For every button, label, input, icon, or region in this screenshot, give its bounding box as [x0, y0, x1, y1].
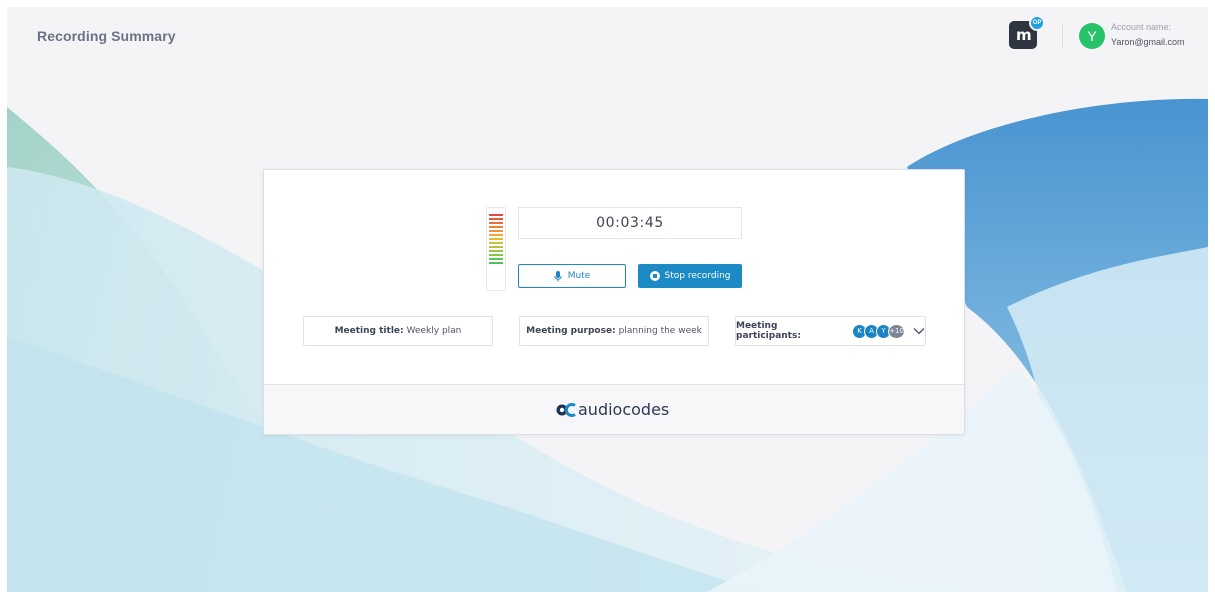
level-meter-bar: [489, 238, 503, 240]
meeting-title-label: Meeting title:: [334, 326, 404, 336]
app-logo[interactable]: m OP: [1009, 15, 1045, 49]
level-meter-bar: [489, 218, 503, 220]
card-divider: [264, 384, 964, 385]
audiocodes-logo: audiocodes: [556, 400, 669, 419]
meeting-title-value: Weekly plan: [406, 326, 462, 336]
mute-button[interactable]: Mute: [518, 264, 626, 288]
app-window: Recording Summary m OP Y Account name: Y…: [7, 7, 1208, 592]
stop-icon: [649, 271, 660, 281]
level-meter-bar: [489, 234, 503, 236]
participants-more-count[interactable]: +10: [888, 323, 906, 339]
audio-level-meter: [486, 207, 506, 291]
audiocodes-mark-icon: [556, 402, 576, 417]
level-meter-bar: [489, 262, 503, 264]
level-meter-bar: [489, 222, 503, 224]
level-meter-bar: [489, 214, 503, 216]
level-meter-bar: [489, 230, 503, 232]
meeting-purpose-label: Meeting purpose:: [526, 326, 616, 336]
recording-timer: 00:03:45: [518, 207, 742, 239]
account-avatar[interactable]: Y: [1079, 23, 1105, 49]
meeting-purpose-box[interactable]: Meeting purpose: planning the week: [519, 316, 709, 346]
participant-avatars: K A Y +10: [852, 323, 906, 339]
account-name-label: Account name:: [1111, 22, 1172, 32]
header-divider: [1062, 25, 1063, 47]
mute-label: Mute: [567, 271, 591, 281]
meeting-participants-label: Meeting participants:: [736, 321, 801, 341]
account-email: Yaron@gmail.com: [1111, 37, 1185, 47]
stop-recording-button[interactable]: Stop recording: [638, 264, 742, 288]
level-meter-bar: [489, 254, 503, 256]
brand-text: audiocodes: [578, 400, 670, 419]
level-meter-bar: [489, 242, 503, 244]
stop-recording-label: Stop recording: [664, 271, 731, 281]
level-meter-bar: [489, 226, 503, 228]
recording-card: 00:03:45 Mute Stop recording Meeting tit…: [263, 169, 965, 435]
meeting-purpose-value: planning the week: [618, 326, 702, 336]
meeting-title-box[interactable]: Meeting title: Weekly plan: [303, 316, 493, 346]
chevron-down-icon[interactable]: [913, 327, 925, 335]
page-title: Recording Summary: [37, 28, 176, 44]
recording-panel: 00:03:45 Mute Stop recording Meeting tit…: [264, 170, 964, 384]
app-badge-op: OP: [1029, 15, 1045, 31]
app-logo-letter: m: [1016, 26, 1032, 44]
microphone-icon: [553, 270, 562, 281]
level-meter-bar: [489, 258, 503, 260]
meeting-participants-box[interactable]: Meeting participants: K A Y +10: [735, 316, 926, 346]
level-meter-bar: [489, 250, 503, 252]
level-meter-bar: [489, 246, 503, 248]
